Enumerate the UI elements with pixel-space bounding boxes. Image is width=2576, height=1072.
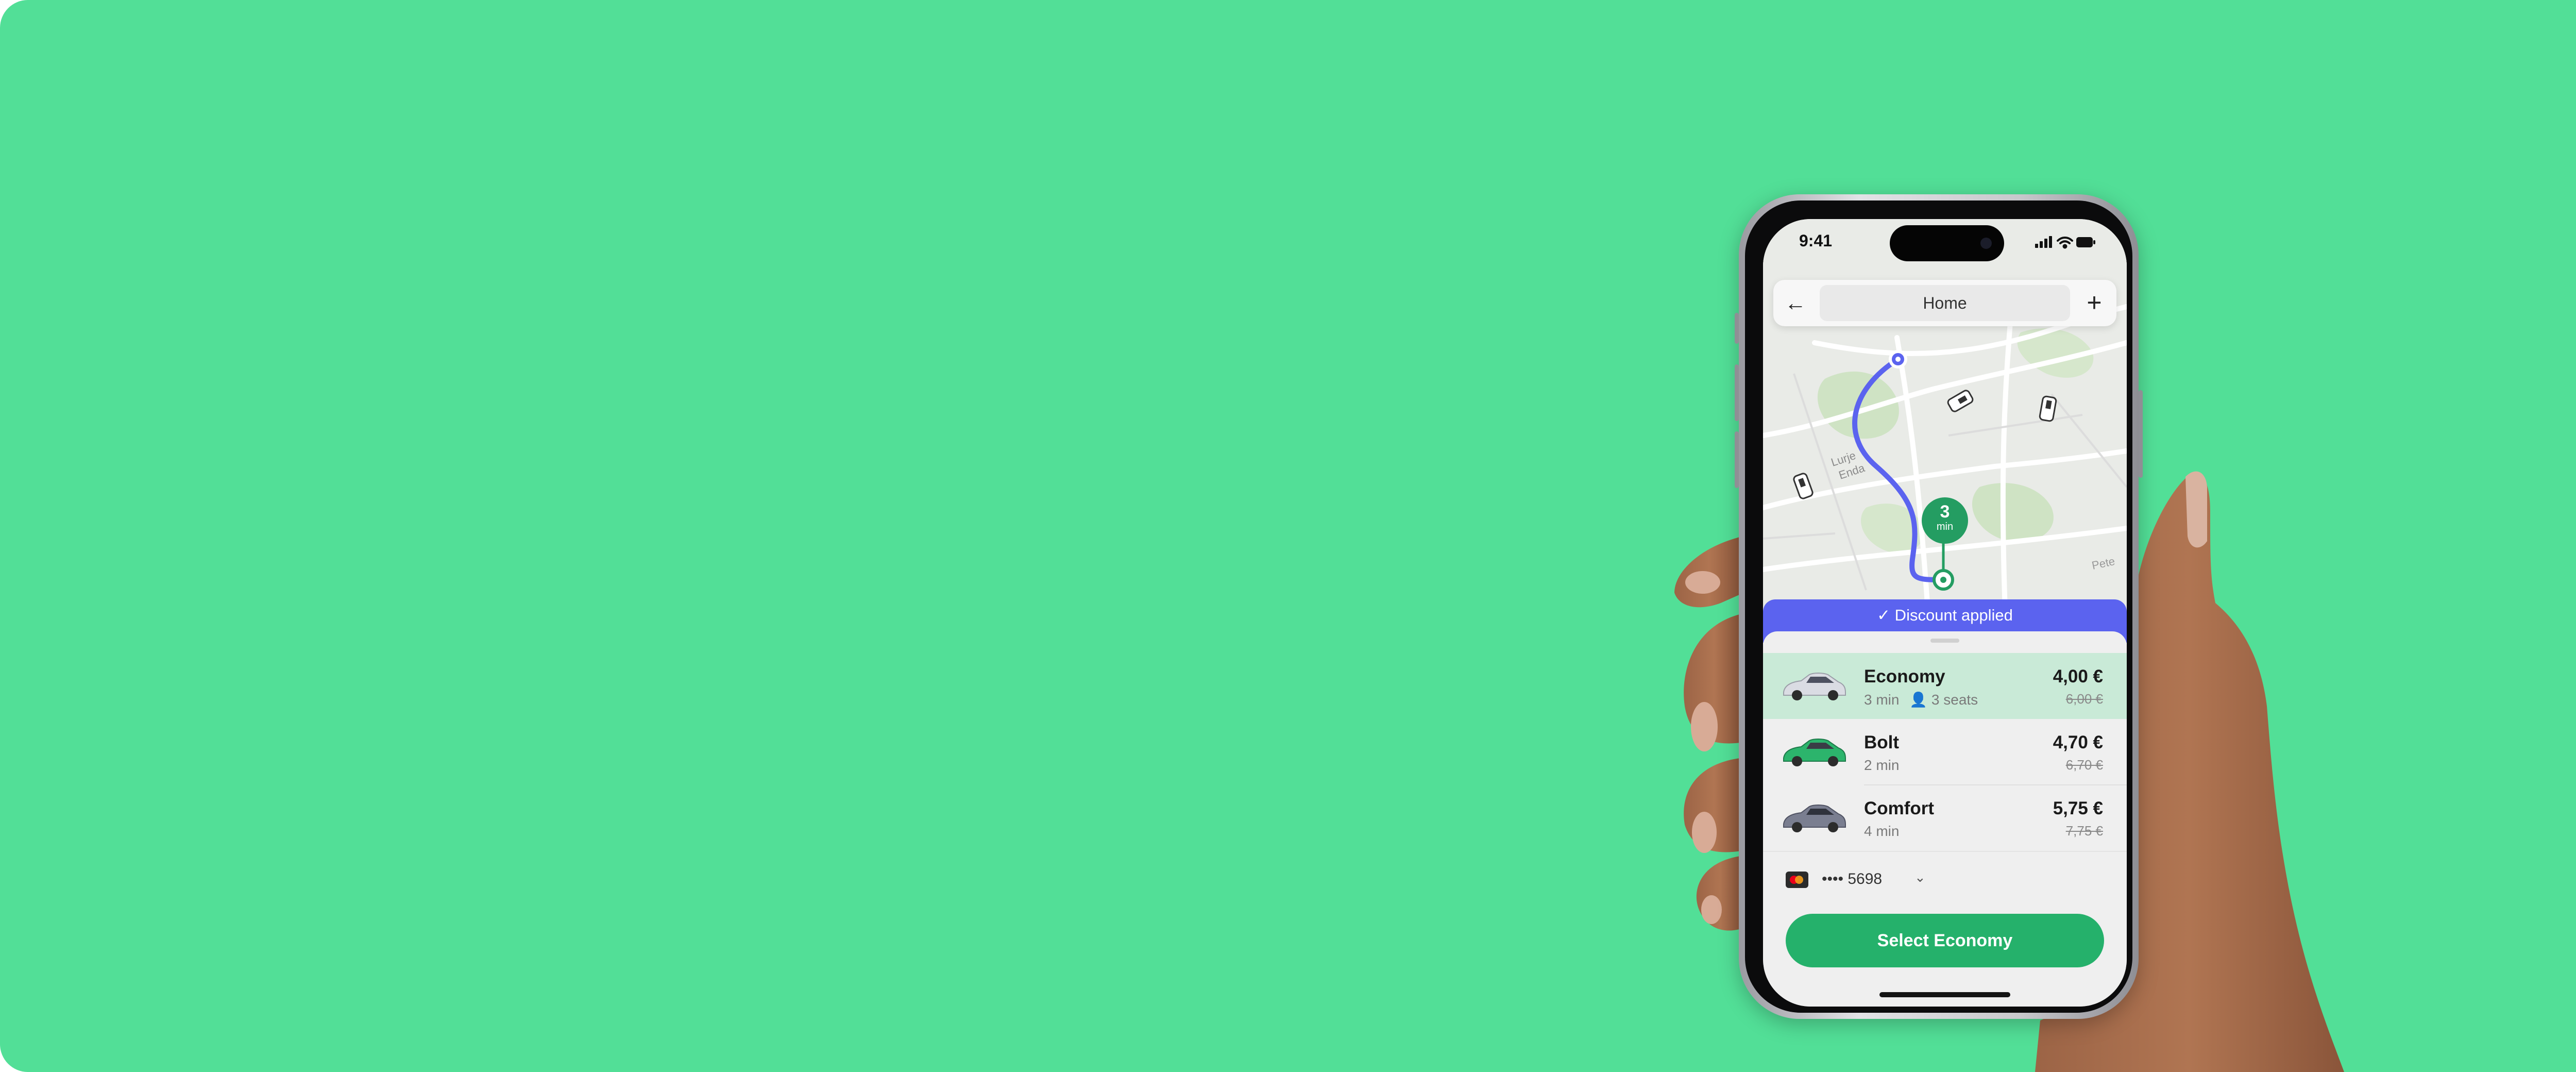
phone-screen: Lurje Enda Pete ← Home + 3 min 9:41 ✓ Di… bbox=[1763, 219, 2127, 1007]
destination-field[interactable]: Home bbox=[1820, 285, 2070, 321]
ride-meta: 3 min 👤 3 seats bbox=[1864, 691, 1978, 708]
wifi-icon bbox=[2057, 237, 2073, 249]
person-icon: 👤 bbox=[1909, 692, 1928, 708]
map-graphic: Lurje Enda Pete bbox=[1763, 219, 2127, 613]
battery-icon bbox=[2076, 237, 2095, 247]
ride-option-bolt[interactable]: Bolt 2 min 4,70 € 6,70 € bbox=[1763, 719, 2127, 785]
ride-price: 4,00 € bbox=[2053, 666, 2103, 686]
card-number: •••• 5698 bbox=[1822, 870, 1883, 887]
ride-option-comfort[interactable]: Comfort 4 min 5,75 € 7,75 € bbox=[1763, 785, 2127, 851]
status-time: 9:41 bbox=[1799, 231, 1833, 250]
chevron-down-icon: ⌄ bbox=[1914, 869, 1926, 885]
select-ride-button[interactable]: Select Economy bbox=[1786, 914, 2104, 967]
ride-old-price: 6,00 € bbox=[2065, 691, 2103, 707]
mastercard-icon bbox=[1786, 872, 1808, 888]
hand-illustration bbox=[1674, 471, 2344, 1072]
plus-icon[interactable]: + bbox=[2080, 287, 2108, 318]
hero-banner: Lurje Enda Pete ← Home + 3 min 9:41 ✓ Di… bbox=[0, 0, 2576, 1072]
side-button bbox=[1735, 364, 1739, 421]
signal-icon bbox=[2035, 236, 2052, 248]
phone-bezel: Lurje Enda Pete ← Home + 3 min 9:41 ✓ Di… bbox=[1745, 200, 2132, 1013]
eta-marker: 3 min bbox=[1922, 497, 1968, 544]
side-button bbox=[1735, 313, 1739, 344]
power-button bbox=[2139, 390, 2143, 478]
divider bbox=[1763, 851, 2127, 852]
ride-name: Comfort bbox=[1864, 798, 1935, 818]
bolt-car-icon bbox=[1783, 739, 1846, 766]
arrow-left-icon[interactable]: ← bbox=[1782, 289, 1809, 317]
destination-bar: ← Home + bbox=[1773, 280, 2116, 326]
ride-name: Bolt bbox=[1864, 732, 1900, 752]
ride-eta: 3 min bbox=[1864, 692, 1900, 708]
map-view[interactable]: Lurje Enda Pete ← Home + 3 min bbox=[1763, 219, 2127, 613]
ride-old-price: 6,70 € bbox=[2065, 757, 2103, 773]
ride-name: Economy bbox=[1864, 666, 1945, 686]
status-bar: 9:41 bbox=[1763, 219, 2127, 265]
ride-price: 4,70 € bbox=[2053, 732, 2103, 752]
ride-eta: 4 min bbox=[1864, 823, 1900, 839]
status-icons bbox=[2035, 236, 2095, 249]
eta-value: 3 bbox=[1940, 502, 1950, 522]
side-button bbox=[1735, 431, 1739, 488]
comfort-car-icon bbox=[1783, 805, 1846, 832]
ride-eta: 2 min bbox=[1864, 757, 1900, 773]
ride-price: 5,75 € bbox=[2053, 798, 2103, 818]
ride-options-sheet: Economy 3 min 👤 3 seats 4,00 € 6,00 € Bo… bbox=[1763, 631, 2127, 1007]
dynamic-island bbox=[1890, 225, 2004, 261]
ride-seats: 3 seats bbox=[1931, 692, 1978, 708]
ride-old-price: 7,75 € bbox=[2065, 823, 2103, 839]
eta-unit: min bbox=[1936, 521, 1954, 532]
economy-car-icon bbox=[1783, 673, 1846, 700]
home-indicator[interactable] bbox=[1879, 992, 2010, 997]
ride-option-economy[interactable]: Economy 3 min 👤 3 seats 4,00 € 6,00 € bbox=[1763, 653, 2127, 719]
phone-mockup: Lurje Enda Pete ← Home + 3 min 9:41 ✓ Di… bbox=[1735, 194, 2143, 1019]
sheet-handle[interactable] bbox=[1930, 639, 1959, 643]
